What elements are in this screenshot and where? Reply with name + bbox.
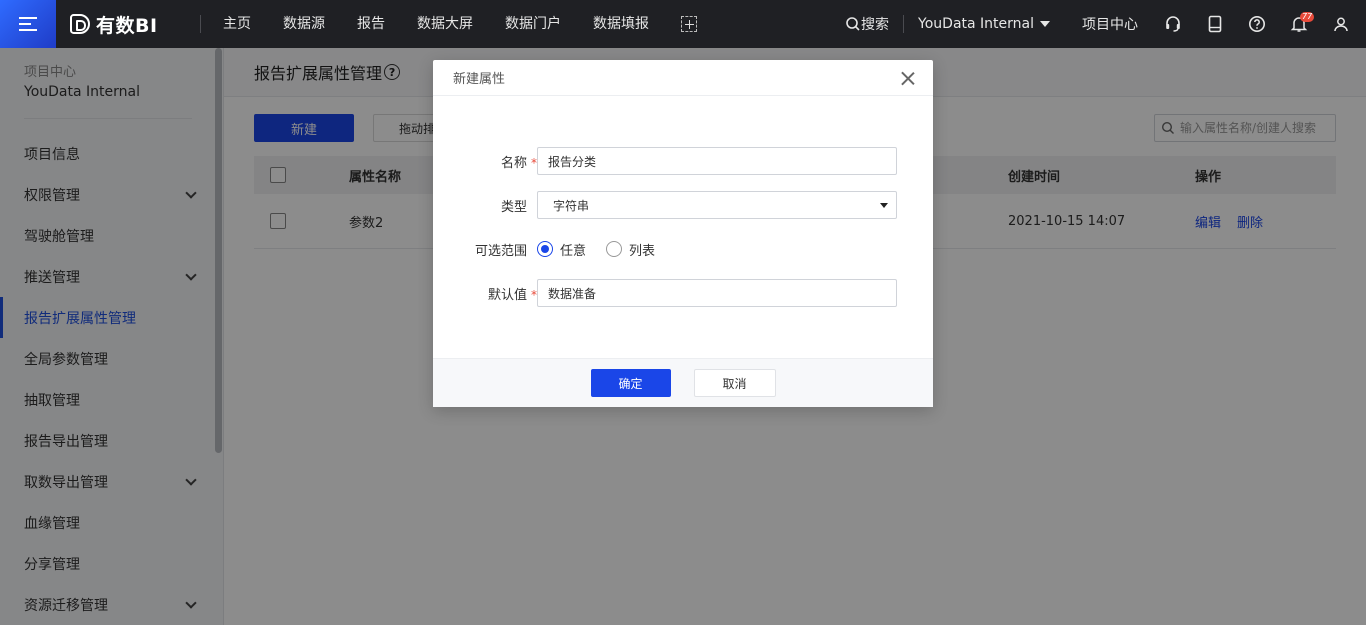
headset-icon[interactable] xyxy=(1152,0,1194,48)
device-icon[interactable] xyxy=(1194,0,1236,48)
type-label-text: 类型 xyxy=(500,199,527,215)
search-icon xyxy=(846,17,860,31)
form-row-default: 默认值 * 数据准备 xyxy=(433,279,933,307)
nav-datasource[interactable]: 数据源 xyxy=(267,0,341,48)
divider xyxy=(200,15,201,33)
range-radio-group: 任意 列表 xyxy=(537,240,675,259)
form-row-name: 名称 * 报告分类 xyxy=(433,147,933,175)
name-input[interactable]: 报告分类 xyxy=(537,147,897,175)
dialog-footer: 确定 取消 xyxy=(433,358,933,407)
type-select[interactable]: 字符串 xyxy=(537,191,897,219)
logo-text: 有数BI xyxy=(96,14,158,37)
range-label-text: 可选范围 xyxy=(474,243,527,259)
default-label: 默认值 * xyxy=(433,284,537,303)
org-name: YouData Internal xyxy=(918,16,1034,32)
type-label: 类型 xyxy=(433,196,537,215)
project-center-label: 项目中心 xyxy=(1082,17,1138,33)
top-right: 搜索 YouData Internal 项目中心 77 xyxy=(845,0,1366,48)
divider xyxy=(903,15,905,33)
name-label: 名称 * xyxy=(433,152,537,171)
top-bar: 有数BI 主页 数据源 报告 数据大屏 数据门户 数据填报 搜索 YouData… xyxy=(0,0,1366,48)
project-center-link[interactable]: 项目中心 xyxy=(1082,14,1138,34)
name-label-text: 名称 xyxy=(500,155,527,171)
top-nav: 主页 数据源 报告 数据大屏 数据门户 数据填报 xyxy=(207,0,697,48)
close-icon[interactable] xyxy=(901,71,915,85)
help-icon[interactable] xyxy=(1236,0,1278,48)
caret-down-icon xyxy=(880,203,888,208)
type-select-value: 字符串 xyxy=(553,198,590,213)
menu-icon[interactable] xyxy=(0,0,56,48)
nav-home[interactable]: 主页 xyxy=(207,0,267,48)
range-label: 可选范围 xyxy=(433,240,537,259)
dialog-title: 新建属性 xyxy=(453,72,506,87)
caret-down-icon xyxy=(1040,21,1050,27)
nav-dashboard[interactable]: 数据大屏 xyxy=(401,0,489,48)
dialog-header: 新建属性 xyxy=(433,60,933,96)
user-icon[interactable] xyxy=(1320,0,1362,48)
radio-list[interactable] xyxy=(606,241,623,257)
logo-icon xyxy=(70,14,90,34)
default-label-text: 默认值 xyxy=(487,287,527,303)
nav-portal[interactable]: 数据门户 xyxy=(489,0,577,48)
notification-bell-icon[interactable]: 77 xyxy=(1278,0,1320,48)
add-icon[interactable] xyxy=(681,16,697,32)
radio-any-label[interactable]: 任意 xyxy=(560,240,586,259)
notification-badge: 77 xyxy=(1300,12,1315,22)
form-row-type: 类型 字符串 xyxy=(433,191,933,219)
logo[interactable]: 有数BI xyxy=(70,11,200,38)
radio-any[interactable] xyxy=(537,241,553,257)
radio-list-label[interactable]: 列表 xyxy=(629,240,655,259)
nav-fill[interactable]: 数据填报 xyxy=(577,0,665,48)
top-search[interactable]: 搜索 xyxy=(845,14,889,34)
new-property-dialog: 新建属性 名称 * 报告分类 类型 字符串 可选范围 任意 列表 默认值 * 数据准… xyxy=(433,60,933,407)
form-row-range: 可选范围 任意 列表 xyxy=(433,235,933,263)
top-search-label: 搜索 xyxy=(861,17,890,33)
confirm-button[interactable]: 确定 xyxy=(590,369,671,397)
org-switcher[interactable]: YouData Internal xyxy=(918,16,1050,32)
cancel-button[interactable]: 取消 xyxy=(693,369,776,397)
nav-report[interactable]: 报告 xyxy=(341,0,401,48)
default-value-input[interactable]: 数据准备 xyxy=(537,279,897,307)
